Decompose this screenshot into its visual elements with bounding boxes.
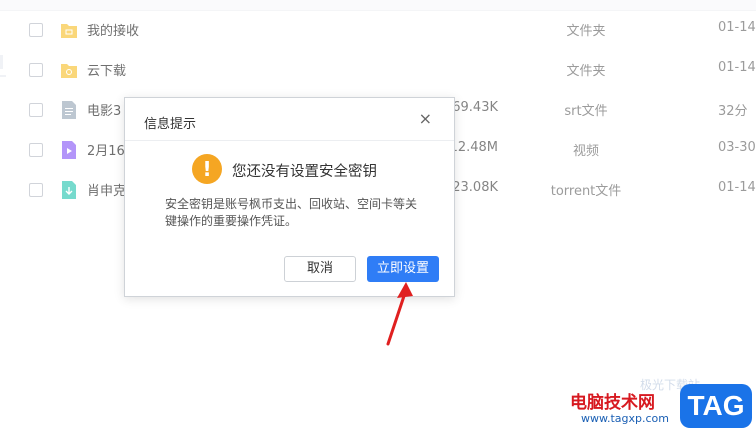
set-now-button[interactable]: 立即设置: [367, 256, 439, 282]
dialog-divider: [125, 140, 454, 141]
close-icon[interactable]: ×: [419, 111, 432, 127]
dialog-heading: 您还没有设置安全密钥: [232, 164, 377, 180]
warning-icon: !: [192, 154, 222, 184]
watermark-site-name: 电脑技术网: [570, 393, 655, 413]
dialog-message: 安全密钥是账号枫币支出、回收站、空间卡等关键操作的重要操作凭证。: [165, 197, 418, 228]
watermark-tag-logo: TAG: [680, 384, 752, 428]
watermark-url: www.tagxp.com: [581, 412, 669, 425]
red-arrow-annotation: [386, 282, 413, 346]
dialog-title: 信息提示: [144, 117, 197, 132]
cancel-button[interactable]: 取消: [284, 256, 356, 282]
security-key-dialog: 信息提示 × ! 您还没有设置安全密钥 安全密钥是账号枫币支出、回收站、空间卡等…: [124, 97, 455, 297]
